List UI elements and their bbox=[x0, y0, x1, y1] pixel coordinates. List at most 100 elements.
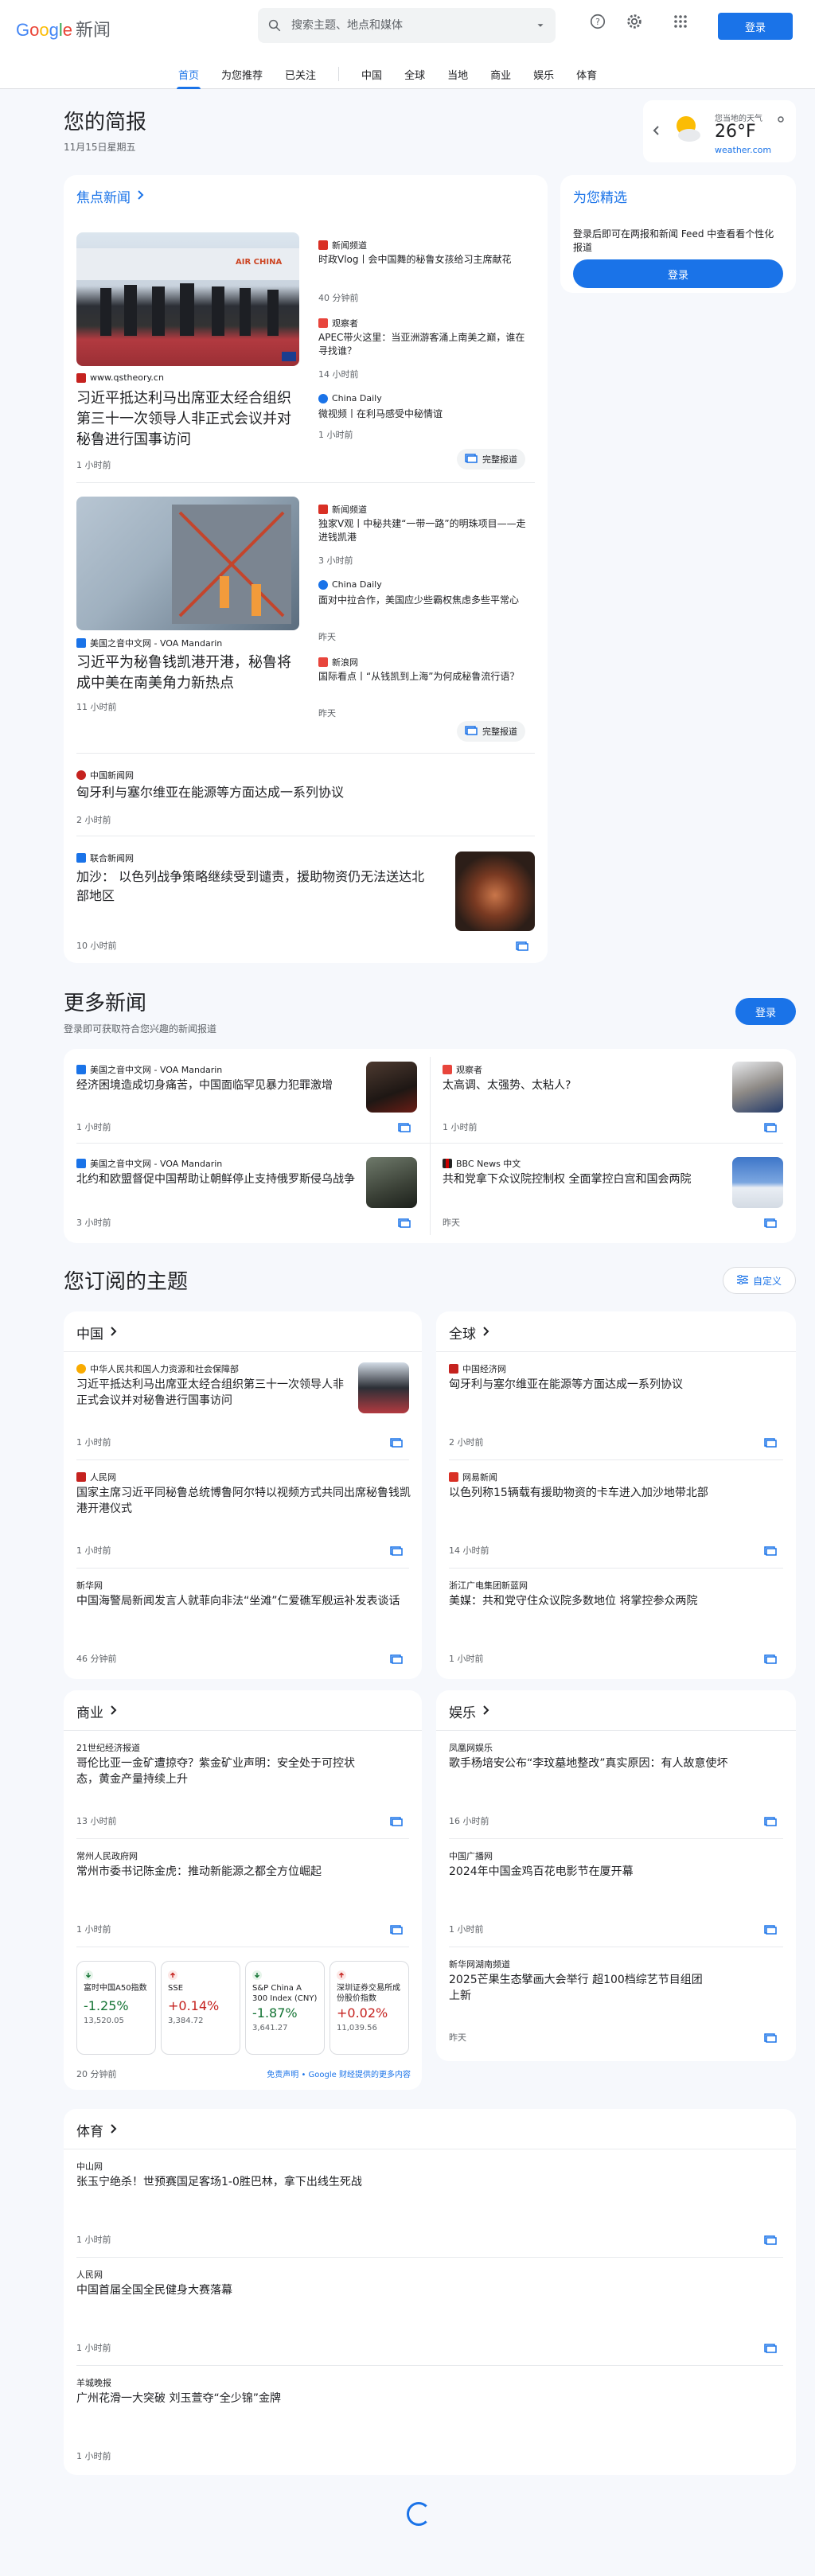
divider bbox=[76, 1459, 409, 1460]
help-icon[interactable]: ? bbox=[589, 13, 606, 30]
full-coverage-icon[interactable] bbox=[390, 1652, 403, 1667]
story-headline[interactable]: 经济困境造成切身痛苦，中国面临罕见暴力犯罪激增 bbox=[76, 1078, 355, 1093]
topic-title-link[interactable]: 全球 bbox=[449, 1323, 490, 1343]
full-coverage-icon[interactable] bbox=[390, 1923, 403, 1938]
full-coverage-icon[interactable] bbox=[764, 1652, 777, 1667]
story-thumbnail[interactable] bbox=[366, 1062, 417, 1113]
settings-gear-icon[interactable] bbox=[626, 13, 643, 30]
search-box[interactable] bbox=[258, 8, 556, 43]
topic-title-link[interactable]: 体育 bbox=[76, 2120, 118, 2140]
full-coverage-icon[interactable] bbox=[764, 1216, 777, 1231]
story-headline[interactable]: 面对中拉合作，美国应少些霸权焦虑多些平常心 bbox=[318, 594, 533, 607]
full-coverage-icon[interactable] bbox=[764, 1120, 777, 1136]
tab-china[interactable]: 中国 bbox=[350, 67, 393, 89]
google-news-logo[interactable]: Google 新闻 bbox=[16, 16, 111, 41]
partly-sunny-icon bbox=[670, 111, 705, 150]
story-source: 羊城晚报 bbox=[76, 2378, 111, 2388]
chevron-down-icon[interactable] bbox=[535, 20, 546, 31]
full-coverage-icon[interactable] bbox=[764, 1814, 777, 1830]
story-thumbnail[interactable] bbox=[732, 1062, 783, 1113]
story-headline[interactable]: 匈牙利与塞尔维亚在能源等方面达成一系列协议 bbox=[76, 785, 522, 801]
full-coverage-icon[interactable] bbox=[764, 2031, 777, 2046]
story-headline[interactable]: 2024年中国金鸡百花电影节在厦开幕 bbox=[449, 1864, 783, 1880]
story-headline[interactable]: 常州市委书记陈金虎：推动新能源之都全方位崛起 bbox=[76, 1864, 411, 1880]
story-headline[interactable]: 独家V观丨中秘共建“一带一路”的明珠项目——走进钱凯港 bbox=[318, 517, 533, 544]
divider bbox=[449, 1838, 783, 1839]
story-headline[interactable]: 哥伦比亚一金矿遭掠夺？紫金矿业声明：安全处于可控状态，黄金产量持续上升 bbox=[76, 1756, 363, 1787]
story-image-gaza-aid[interactable] bbox=[455, 852, 535, 931]
story-image-apec-arrival[interactable]: AIR CHINA bbox=[76, 232, 299, 366]
tab-business[interactable]: 商业 bbox=[479, 67, 522, 89]
full-coverage-icon[interactable] bbox=[390, 1814, 403, 1830]
story-headline[interactable]: 习近平抵达利马出席亚太经合组织第三十一次领导人非正式会议并对秘鲁进行国事访问 bbox=[76, 1377, 347, 1409]
tab-world[interactable]: 全球 bbox=[393, 67, 436, 89]
story-headline[interactable]: 广州花滑一大突破 刘玉萱夺“全少锦”金牌 bbox=[76, 2391, 761, 2406]
story-headline[interactable]: 歌手杨培安公布“李玟墓地整改”真实原因：有人故意使坏 bbox=[449, 1756, 735, 1771]
story-thumbnail[interactable] bbox=[366, 1157, 417, 1208]
full-coverage-button[interactable]: 完整报道 bbox=[457, 721, 525, 742]
story-time: 1 小时前 bbox=[76, 1122, 111, 1132]
tab-for-you[interactable]: 为您推荐 bbox=[210, 67, 274, 89]
story-headline[interactable]: 时政Vlog丨会中国舞的秘鲁女孩给习主席献花 bbox=[318, 253, 533, 267]
tab-local[interactable]: 当地 bbox=[436, 67, 479, 89]
tab-entertainment[interactable]: 娱乐 bbox=[522, 67, 565, 89]
full-coverage-icon[interactable] bbox=[390, 1436, 403, 1451]
story-headline[interactable]: 美媒：共和党守住众议院多数地位 将掌控参众两院 bbox=[449, 1593, 783, 1609]
apps-grid-icon[interactable] bbox=[673, 14, 688, 29]
full-coverage-icon[interactable] bbox=[764, 1436, 777, 1451]
arrow-down-icon bbox=[84, 1968, 93, 1983]
full-coverage-icon[interactable] bbox=[764, 2341, 777, 2356]
full-coverage-icon[interactable] bbox=[398, 1120, 411, 1136]
market-card[interactable]: 深圳证券交易所成份股价指数 +0.02% 11,039.56 bbox=[330, 1961, 409, 2055]
story-headline[interactable]: 国家主席习近平同秘鲁总统博鲁阿尔特以视频方式共同出席秘鲁钱凯港开港仪式 bbox=[76, 1485, 411, 1517]
story-headline[interactable]: 习近平为秘鲁钱凯港开港，秘鲁将成中美在南美角力新热点 bbox=[76, 653, 304, 694]
story-thumbnail[interactable] bbox=[732, 1157, 783, 1208]
full-coverage-icon[interactable] bbox=[516, 939, 528, 954]
story-headline[interactable]: 匈牙利与塞尔维亚在能源等方面达成一系列协议 bbox=[449, 1377, 783, 1393]
topic-title-link[interactable]: 娱乐 bbox=[449, 1701, 490, 1721]
more-news-login-button[interactable]: 登录 bbox=[735, 998, 796, 1025]
story-headline[interactable]: 2025芒果生态擘画大会举行 超100档综艺节目组团上新 bbox=[449, 1972, 704, 2004]
full-coverage-icon[interactable] bbox=[390, 1544, 403, 1559]
story-headline[interactable]: 国际看点丨“从钱凯到上海”为何成秘鲁流行语？ bbox=[318, 670, 533, 684]
full-coverage-icon[interactable] bbox=[764, 1923, 777, 1938]
story-headline[interactable]: 中国首届全国全民健身大赛落幕 bbox=[76, 2282, 761, 2298]
story-headline[interactable]: 中国海警局新闻发言人就菲向非法“坐滩”仁爱礁军舰运补发表谈话 bbox=[76, 1593, 411, 1609]
story-time: 昨天 bbox=[443, 1218, 460, 1228]
full-coverage-button[interactable]: 完整报道 bbox=[457, 449, 525, 470]
story-headline[interactable]: 北约和欧盟督促中国帮助让朝鲜停止支持俄罗斯侵乌战争 bbox=[76, 1171, 355, 1187]
tab-home[interactable]: 首页 bbox=[167, 67, 210, 89]
market-card[interactable]: SSE +0.14% 3,384.72 bbox=[161, 1961, 240, 2055]
search-input[interactable] bbox=[291, 19, 525, 32]
search-icon[interactable] bbox=[267, 18, 282, 33]
topic-title-link[interactable]: 商业 bbox=[76, 1701, 118, 1721]
story-headline[interactable]: 以色列称15辆载有援助物资的卡车进入加沙地带北部 bbox=[449, 1485, 783, 1501]
story-source: 21世纪经济报道 bbox=[76, 1743, 140, 1753]
story-headline[interactable]: 微视频丨在利马感受中秘情谊 bbox=[318, 407, 533, 421]
story-headline[interactable]: 张玉宁绝杀！世预赛国足客场1-0胜巴林，拿下出线生死战 bbox=[76, 2174, 761, 2190]
story-headline[interactable]: 习近平抵达利马出席亚太经合组织第三十一次领导人非正式会议并对秘鲁进行国事访问 bbox=[76, 388, 304, 450]
market-card[interactable]: S&P China A 300 Index (CNY) -1.87% 3,641… bbox=[245, 1961, 325, 2055]
weather-source-link[interactable]: weather.com bbox=[715, 145, 771, 155]
story-headline[interactable]: 太高调、太强势、太粘人? bbox=[443, 1078, 713, 1093]
market-card[interactable]: 富时中国A50指数 -1.25% 13,520.05 bbox=[76, 1961, 156, 2055]
market-disclaimer-link[interactable]: 免责声明 • Google 财经提供的更多内容 bbox=[242, 2067, 411, 2079]
full-coverage-icon[interactable] bbox=[764, 2233, 777, 2248]
full-coverage-icon[interactable] bbox=[764, 1544, 777, 1559]
chevron-left-icon[interactable] bbox=[653, 124, 661, 139]
weather-settings-icon[interactable] bbox=[777, 111, 785, 127]
topic-title-link[interactable]: 中国 bbox=[76, 1323, 118, 1343]
headlines-title-link[interactable]: 焦点新闻 bbox=[76, 186, 145, 206]
story-thumbnail[interactable] bbox=[358, 1362, 409, 1413]
story-headline[interactable]: APEC带火这里：当亚洲游客涌上南美之巅，谁在寻找谁？ bbox=[318, 331, 533, 358]
weather-widget[interactable]: 您当地的天气 26°F weather.com bbox=[643, 100, 796, 162]
story-headline[interactable]: 加沙： 以色列战争策略继续受到谴责，援助物资仍无法送达北部地区 bbox=[76, 867, 427, 906]
story-headline[interactable]: 共和党拿下众议院控制权 全面掌控白宫和国会两院 bbox=[443, 1171, 713, 1187]
full-coverage-icon[interactable] bbox=[398, 1216, 411, 1231]
header-login-button[interactable]: 登录 bbox=[718, 13, 793, 40]
tab-sports[interactable]: 体育 bbox=[565, 67, 608, 89]
for-you-login-button[interactable]: 登录 bbox=[573, 259, 783, 288]
story-image-chancay-port[interactable] bbox=[76, 497, 299, 630]
tab-following[interactable]: 已关注 bbox=[274, 67, 327, 89]
customize-button[interactable]: 自定义 bbox=[723, 1267, 796, 1294]
